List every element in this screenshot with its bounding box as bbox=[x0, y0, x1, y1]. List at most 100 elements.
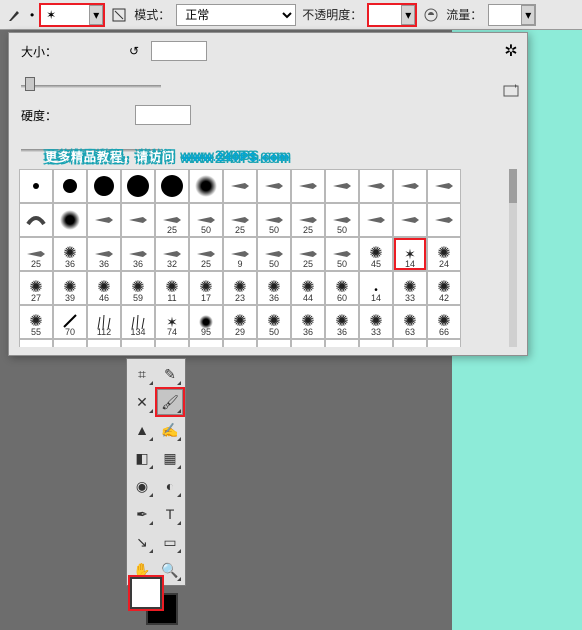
blend-mode-select[interactable]: 正常 bbox=[176, 4, 296, 26]
brush-preset-cell[interactable] bbox=[121, 203, 155, 237]
brush-preset-cell[interactable] bbox=[87, 169, 121, 203]
tool-pen[interactable]: ✒ bbox=[129, 501, 155, 527]
brush-preset-cell[interactable]: 50 bbox=[257, 203, 291, 237]
brush-preset-cell[interactable]: ✺55 bbox=[19, 305, 53, 339]
brush-size-field[interactable]: ✶ 14 ▾ bbox=[40, 4, 104, 26]
brush-preset-cell[interactable]: — bbox=[359, 339, 393, 347]
color-swatches[interactable] bbox=[128, 575, 184, 625]
flow-input[interactable]: 100% bbox=[489, 8, 521, 22]
foreground-color[interactable] bbox=[130, 577, 162, 609]
brush-size-dropdown[interactable]: ▾ bbox=[89, 5, 103, 25]
brush-preset-cell[interactable] bbox=[223, 169, 257, 203]
brush-preset-cell[interactable]: 25 bbox=[291, 237, 325, 271]
brush-preset-cell[interactable]: ✺63 bbox=[393, 305, 427, 339]
brush-preset-cell[interactable]: 50 bbox=[257, 237, 291, 271]
tool-brush[interactable]: 🖌 bbox=[157, 389, 183, 415]
brush-preset-cell[interactable] bbox=[189, 169, 223, 203]
brush-preset-cell[interactable]: ✺17 bbox=[189, 271, 223, 305]
size-input[interactable]: 14 像素 bbox=[151, 41, 207, 61]
tool-blur[interactable]: ◉ bbox=[129, 473, 155, 499]
brush-preset-cell[interactable]: ✺50 bbox=[257, 305, 291, 339]
brush-preset-cell[interactable]: ✺66 bbox=[427, 305, 461, 339]
brush-preset-cell[interactable]: 32 bbox=[155, 237, 189, 271]
brush-preset-cell[interactable]: ✺36 bbox=[291, 305, 325, 339]
tool-path[interactable]: ↘ bbox=[129, 529, 155, 555]
brush-preset-cell[interactable]: ❦1213 bbox=[223, 339, 257, 347]
brush-preset-cell[interactable]: ✺27 bbox=[19, 271, 53, 305]
hardness-input[interactable] bbox=[135, 105, 191, 125]
brush-preset-cell[interactable]: 50 bbox=[189, 203, 223, 237]
brush-preset-cell[interactable]: 50 bbox=[325, 203, 359, 237]
tool-dodge[interactable]: ◐ bbox=[157, 473, 183, 499]
tool-gradient[interactable]: ▦ bbox=[157, 445, 183, 471]
brush-preset-cell[interactable] bbox=[257, 169, 291, 203]
brush-preset-cell[interactable] bbox=[393, 169, 427, 203]
opacity-field[interactable]: 10% ▾ bbox=[368, 4, 416, 26]
brush-preset-cell[interactable]: 70 bbox=[53, 305, 87, 339]
tool-patch[interactable]: ✕ bbox=[129, 389, 155, 415]
brush-preset-cell[interactable]: ✺36 bbox=[257, 271, 291, 305]
opacity-input[interactable]: 10% bbox=[369, 8, 401, 22]
brush-preset-cell[interactable]: ✺59 bbox=[121, 271, 155, 305]
brush-preset-cell[interactable]: ✺29 bbox=[223, 305, 257, 339]
brush-preset-cell[interactable] bbox=[427, 169, 461, 203]
brush-preset-cell[interactable]: 10 bbox=[155, 339, 189, 347]
tool-type[interactable]: T bbox=[157, 501, 183, 527]
brush-preset-cell[interactable] bbox=[427, 339, 461, 347]
brush-preset-cell[interactable] bbox=[53, 203, 87, 237]
brush-preset-cell[interactable]: ✺33 bbox=[393, 271, 427, 305]
brush-preset-cell[interactable]: ✺42 bbox=[427, 271, 461, 305]
tool-eraser[interactable]: ◧ bbox=[129, 445, 155, 471]
brush-preset-cell[interactable]: ✺11 bbox=[155, 271, 189, 305]
brush-preset-cell[interactable]: ✺45 bbox=[359, 237, 393, 271]
brush-preset-cell[interactable] bbox=[121, 169, 155, 203]
brush-preset-cell[interactable]: ❦1370 bbox=[291, 339, 325, 347]
brush-preset-cell[interactable]: — bbox=[325, 339, 359, 347]
brush-preset-cell[interactable]: 25 bbox=[19, 237, 53, 271]
brush-preset-cell[interactable] bbox=[87, 203, 121, 237]
brush-preset-cell[interactable] bbox=[325, 169, 359, 203]
brush-preset-cell[interactable]: ✺39 bbox=[53, 271, 87, 305]
brush-preset-cell[interactable]: ✺11 bbox=[87, 339, 121, 347]
flow-dropdown[interactable]: ▾ bbox=[521, 5, 535, 25]
brush-preset-cell[interactable]: ✺46 bbox=[87, 271, 121, 305]
brush-preset-cell[interactable] bbox=[291, 169, 325, 203]
brush-preset-cell[interactable]: 112 bbox=[87, 305, 121, 339]
brush-preset-cell[interactable]: 25 bbox=[155, 203, 189, 237]
brush-preset-cell[interactable]: 50 bbox=[325, 237, 359, 271]
size-slider[interactable] bbox=[21, 73, 161, 93]
brush-preset-cell[interactable]: ✺36 bbox=[53, 237, 87, 271]
pressure-opacity-icon[interactable] bbox=[422, 6, 440, 24]
brush-panel-toggle-icon[interactable] bbox=[110, 6, 128, 24]
brush-preset-cell[interactable]: 25 bbox=[291, 203, 325, 237]
brush-size-input[interactable]: 14 bbox=[61, 8, 89, 22]
brush-preset-cell[interactable]: ❦1064 bbox=[257, 339, 291, 347]
brush-preset-cell[interactable] bbox=[427, 203, 461, 237]
brush-preset-cell[interactable] bbox=[53, 169, 87, 203]
tool-shape[interactable]: ▭ bbox=[157, 529, 183, 555]
brush-preset-cell[interactable]: •14 bbox=[359, 271, 393, 305]
brush-preset-cell[interactable] bbox=[19, 169, 53, 203]
brush-preset-cell[interactable]: 95 bbox=[189, 305, 223, 339]
brush-preset-cell[interactable]: ✺44 bbox=[291, 271, 325, 305]
brush-preset-cell[interactable] bbox=[359, 203, 393, 237]
brush-preset-cell[interactable]: ✺36 bbox=[325, 305, 359, 339]
reset-icon[interactable]: ↺ bbox=[125, 42, 143, 60]
tool-stamp[interactable]: ▲ bbox=[129, 417, 155, 443]
brush-scrollbar[interactable] bbox=[509, 169, 517, 347]
brush-preset-cell[interactable]: 134 bbox=[121, 305, 155, 339]
brush-preset-cell[interactable]: 36 bbox=[87, 237, 121, 271]
brush-preset-cell[interactable] bbox=[393, 203, 427, 237]
brush-preset-cell[interactable]: ✺48 bbox=[121, 339, 155, 347]
flow-field[interactable]: 100% ▾ bbox=[488, 4, 536, 26]
brush-preset-cell[interactable]: ✶74 bbox=[155, 305, 189, 339]
brush-preset-cell[interactable]: ✺1370 bbox=[189, 339, 223, 347]
brush-preset-cell[interactable]: ✺60 bbox=[325, 271, 359, 305]
brush-preset-cell[interactable]: ✺23 bbox=[223, 271, 257, 305]
tool-eyedropper[interactable]: ✎ bbox=[157, 361, 183, 387]
brush-preset-cell[interactable]: 9 bbox=[223, 237, 257, 271]
brush-preset-cell[interactable]: ✺63 bbox=[53, 339, 87, 347]
panel-menu-icon[interactable]: ✲ bbox=[504, 41, 517, 61]
brush-preset-cell[interactable]: 25 bbox=[223, 203, 257, 237]
brush-preset-cell[interactable]: ✺39 bbox=[19, 339, 53, 347]
